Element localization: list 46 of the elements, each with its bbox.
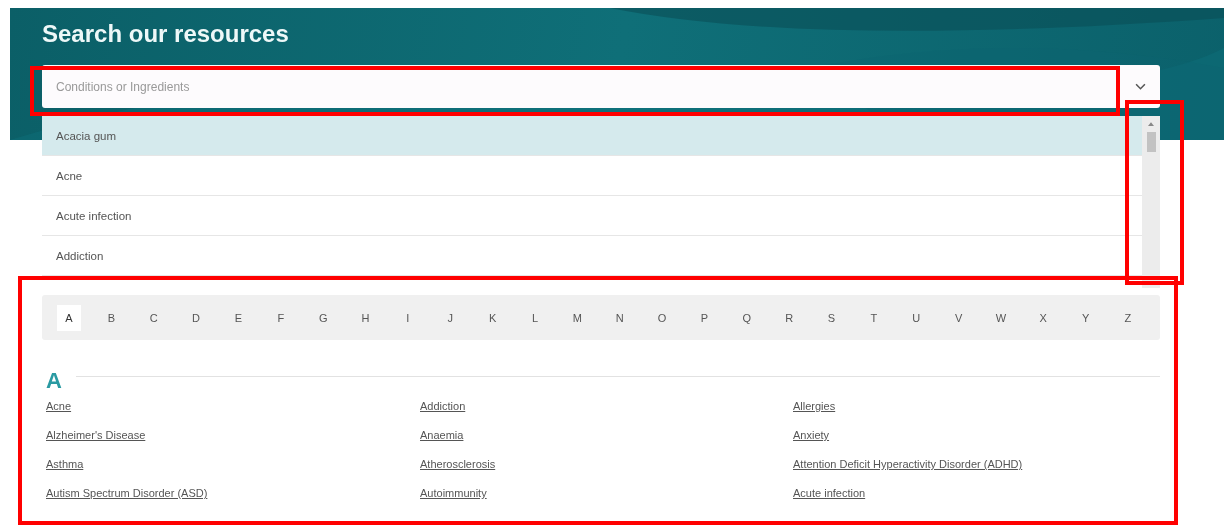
condition-link[interactable]: Allergies <box>793 400 836 412</box>
condition-link[interactable]: Anxiety <box>793 429 830 441</box>
condition-link[interactable]: Alzheimer's Disease <box>46 429 146 441</box>
letter-tab[interactable]: D <box>184 304 209 331</box>
condition-link[interactable]: Atherosclerosis <box>420 458 496 470</box>
letter-tab[interactable]: P <box>692 304 717 331</box>
page-title: Search our resources <box>42 20 290 48</box>
letter-tab[interactable]: Q <box>734 304 759 331</box>
letter-tab[interactable]: I <box>395 304 420 331</box>
letter-tab[interactable]: E <box>226 304 251 331</box>
condition-link[interactable]: Acute infection <box>793 487 866 499</box>
letter-tab[interactable]: H <box>353 304 378 331</box>
letter-tab[interactable]: U <box>904 304 929 331</box>
letter-tab[interactable]: L <box>522 304 547 331</box>
letter-tab[interactable]: R <box>777 304 802 331</box>
letter-tab[interactable]: M <box>565 304 590 331</box>
condition-link[interactable]: Anaemia <box>420 429 464 441</box>
letter-tab[interactable]: N <box>607 304 632 331</box>
scroll-up-icon[interactable] <box>1148 122 1154 126</box>
condition-link[interactable]: Attention Deficit Hyperactivity Disorder (ADHD) <box>793 458 1023 470</box>
dropdown-option[interactable]: Acacia gum <box>42 116 1142 156</box>
section-heading: A <box>46 368 62 394</box>
letter-tab[interactable]: Y <box>1073 304 1098 331</box>
letter-tab[interactable]: Z <box>1116 304 1140 331</box>
letter-tab[interactable]: F <box>268 304 293 331</box>
letter-tab[interactable]: B <box>99 304 124 331</box>
condition-link[interactable]: Acne <box>46 400 72 412</box>
letter-tab[interactable]: J <box>438 304 463 331</box>
letter-tab[interactable]: C <box>141 304 166 331</box>
letter-tab[interactable]: K <box>480 304 505 331</box>
letter-tab[interactable]: X <box>1031 304 1056 331</box>
chevron-down-icon[interactable] <box>1135 83 1146 90</box>
condition-link[interactable]: Autoimmunity <box>420 487 487 499</box>
condition-link[interactable]: Addiction <box>420 400 466 412</box>
letter-tab[interactable]: S <box>819 304 844 331</box>
condition-link[interactable]: Autism Spectrum Disorder (ASD) <box>46 487 208 499</box>
letter-tab[interactable]: G <box>311 304 336 331</box>
letter-tab[interactable]: W <box>988 304 1013 331</box>
letter-tab[interactable]: A <box>57 304 81 331</box>
scroll-thumb[interactable] <box>1146 132 1156 152</box>
search-field[interactable]: Conditions or Ingredients <box>42 65 1160 108</box>
letter-tab[interactable]: O <box>650 304 675 331</box>
letter-tab[interactable]: V <box>946 304 971 331</box>
condition-link[interactable]: Asthma <box>46 458 84 470</box>
letter-tab[interactable]: T <box>861 304 886 331</box>
scrollbar[interactable] <box>1142 116 1160 288</box>
